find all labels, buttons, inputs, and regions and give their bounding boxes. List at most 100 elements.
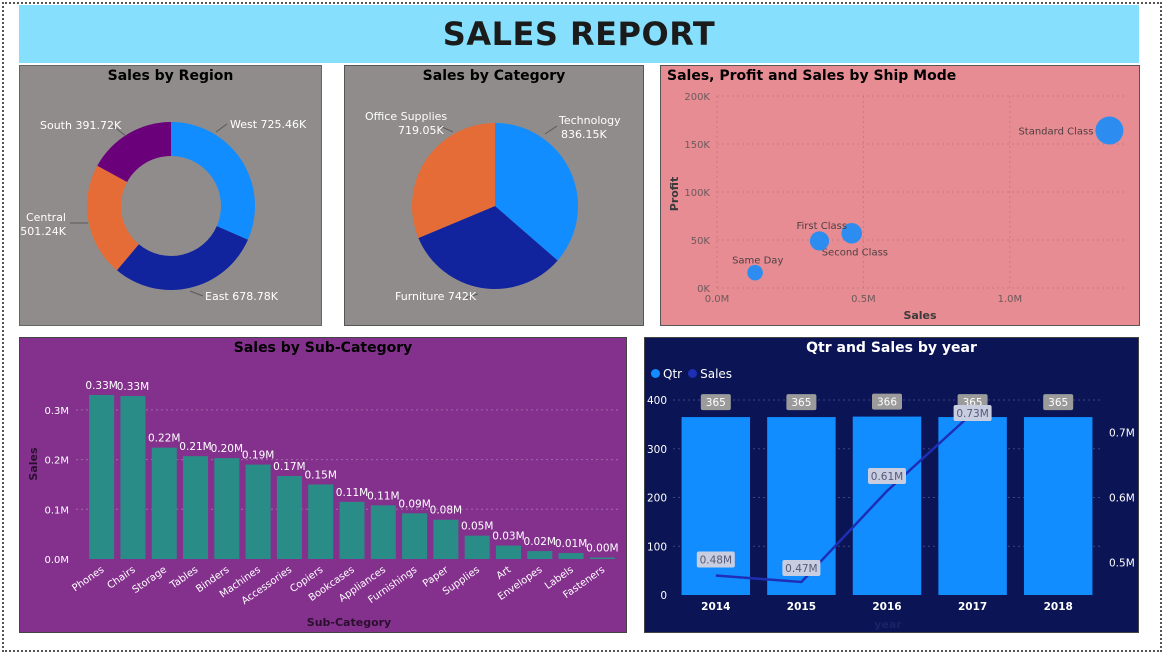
- sales-by-subcategory-chart: 0.0M0.1M0.2M0.3M0.33MPhones0.33MChairs0.…: [27, 380, 619, 629]
- ship-mode-scatter-chart: 0K50K100K150K200K0.0M 0.5M 1.0MSalesProfit…: [668, 92, 1127, 322]
- bar-data-label: 366: [877, 397, 897, 409]
- bar-bookcases: [339, 501, 365, 559]
- bar-copiers: [308, 484, 334, 559]
- x-axis-label: year: [874, 618, 902, 631]
- point-label: Same Day: [732, 256, 783, 267]
- bar-tables: [183, 456, 209, 559]
- bar-data-label: 0.20M: [211, 443, 243, 455]
- bar-supplies: [464, 535, 490, 559]
- bar-art: [495, 545, 521, 559]
- bar-data-label: 0.21M: [179, 441, 211, 453]
- qtr-bar-2014: [681, 417, 751, 595]
- data-label: 719.05K: [398, 124, 444, 137]
- y-tick-label-left: 100: [647, 541, 667, 553]
- x-tick-label: 2015: [787, 601, 816, 613]
- bar-storage: [151, 447, 177, 559]
- bar-data-label: 365: [791, 397, 811, 409]
- y-axis-label: Sales: [27, 447, 40, 481]
- x-tick-label: 2018: [1044, 601, 1073, 613]
- point-label: First Class: [797, 221, 848, 232]
- y-tick-label: 0.2M: [44, 456, 69, 467]
- bar-data-label: 0.01M: [555, 538, 587, 550]
- bar-data-label: 0.33M: [85, 380, 117, 392]
- bar-labels: [558, 553, 584, 559]
- y-tick-label: 200K: [684, 92, 710, 103]
- qtr-sales-by-year-panel[interactable]: Qtr and Sales by year Qtr Sales 0 100 200 3…: [644, 337, 1139, 633]
- sales-by-region-chart: West 725.46K East 678.78K Central501.24K So…: [20, 118, 307, 303]
- data-label: Furniture 742K: [395, 290, 477, 303]
- y-axis-label: Profit: [668, 177, 681, 211]
- bar-machines: [245, 464, 271, 559]
- sales-by-subcategory-panel[interactable]: Sales by Sub-Category 0.0M 0.1M 0.2M 0.3M 0.…: [19, 337, 627, 633]
- sales-by-region-panel[interactable]: Sales by Region West 725.46K East 678.78K…: [19, 65, 322, 326]
- bar-data-label: 0.00M: [586, 543, 618, 555]
- bar-data-label: 0.03M: [492, 531, 524, 543]
- y-tick-label: 0.3M: [44, 406, 69, 417]
- y-tick-label: 100K: [684, 188, 710, 199]
- y-tick-label-right: 0.7M: [1109, 428, 1135, 440]
- data-label: East 678.78K: [205, 290, 279, 303]
- y-tick-label-left: 400: [647, 395, 667, 407]
- bar-accessories: [276, 476, 302, 559]
- x-axis-label: Sales: [903, 309, 937, 322]
- sales-by-category-panel[interactable]: Sales by Category Technology 836.15K Furni…: [344, 65, 644, 326]
- bar-data-label: 0.11M: [336, 487, 368, 499]
- data-label: Central: [26, 211, 66, 224]
- x-tick-label: Phones: [70, 564, 106, 594]
- donut-slice-east: [116, 226, 248, 290]
- bar-data-label: 0.15M: [304, 469, 336, 481]
- y-tick-label-left: 200: [647, 493, 667, 505]
- line-data-label: 0.48M: [700, 555, 732, 567]
- y-tick-label: 50K: [691, 236, 711, 247]
- scatter-point: [747, 264, 763, 281]
- qtr-bar-2017: [938, 417, 1007, 595]
- x-tick-label: 0.0M: [705, 294, 730, 305]
- x-axis-label: Sub-Category: [307, 616, 391, 629]
- x-tick-label: 0.5M: [851, 294, 876, 305]
- report-title: SALES REPORT: [442, 15, 716, 53]
- bar-data-label: 0.05M: [461, 521, 493, 533]
- report-banner: SALES REPORT: [19, 5, 1139, 63]
- bar-chairs: [120, 395, 146, 559]
- leader-line: [189, 290, 204, 297]
- bar-fasteners: [589, 557, 615, 559]
- leader-line: [215, 123, 228, 133]
- bar-data-label: 365: [1048, 397, 1068, 409]
- x-tick-label: 2017: [958, 601, 987, 613]
- bar-data-label: 0.02M: [524, 536, 556, 548]
- x-tick-label: 2014: [701, 601, 730, 613]
- line-data-label: 0.61M: [871, 471, 903, 483]
- bar-data-label: 0.33M: [117, 381, 149, 393]
- data-label: West 725.46K: [230, 118, 307, 131]
- y-tick-label: 0.0M: [44, 555, 69, 566]
- bar-data-label: 0.11M: [367, 490, 399, 502]
- bar-furnishings: [402, 513, 428, 559]
- x-tick-label: Storage: [131, 564, 169, 595]
- scatter-point: [809, 231, 830, 251]
- bar-data-label: 365: [706, 397, 726, 409]
- bar-data-label: 0.22M: [148, 433, 180, 445]
- sales-by-category-chart: Technology836.15K Furniture 742K Office Su…: [365, 110, 621, 303]
- y-tick-label-left: 300: [647, 444, 667, 456]
- bar-envelopes: [527, 551, 553, 559]
- data-label: Office Supplies: [365, 110, 447, 123]
- qtr-sales-by-year-chart: 0 100 200 300 400 0.5M 0.6M 0.7M 365 2014 365 2015 3…: [647, 393, 1135, 631]
- x-tick-label: Art: [495, 564, 514, 582]
- y-tick-label-right: 0.5M: [1109, 558, 1135, 570]
- y-tick-label-left: 0: [660, 590, 667, 602]
- y-tick-label: 0.1M: [44, 505, 69, 516]
- data-label: 836.15K: [561, 128, 607, 141]
- y-tick-label: 150K: [684, 140, 710, 151]
- bar-data-label: 0.08M: [430, 505, 462, 517]
- data-label: South 391.72K: [40, 119, 122, 132]
- scatter-point: [1095, 116, 1124, 145]
- qtr-bar-2018: [1023, 417, 1093, 595]
- line-data-label: 0.47M: [785, 563, 817, 575]
- bar-data-label: 0.19M: [242, 450, 274, 462]
- ship-mode-panel[interactable]: Sales, Profit and Sales by Ship Mode 0K 5…: [660, 65, 1140, 326]
- bar-data-label: 0.09M: [398, 498, 430, 510]
- bar-appliances: [370, 505, 396, 559]
- bar-paper: [433, 519, 459, 559]
- data-label: 501.24K: [20, 225, 66, 238]
- qtr-bar-2016: [852, 416, 922, 595]
